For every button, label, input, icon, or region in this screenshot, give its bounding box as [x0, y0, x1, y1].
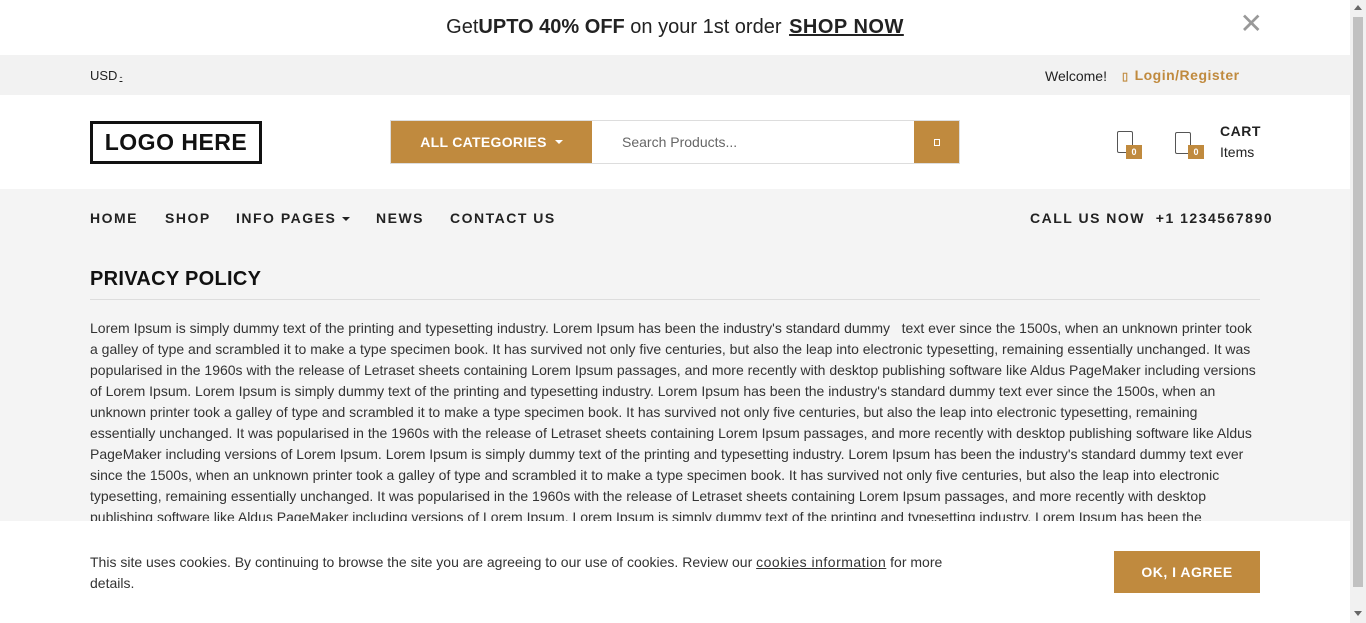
search-input[interactable] [592, 121, 914, 163]
cart-items-label[interactable]: Items [1220, 144, 1254, 160]
scroll-up-icon[interactable] [1354, 5, 1362, 10]
nav-item-shop[interactable]: SHOP [165, 210, 211, 226]
login-label: Login/Register [1134, 67, 1240, 83]
scroll-down-icon[interactable] [1354, 611, 1362, 616]
site-header: LOGO HERE ALL CATEGORIES 0 0 CART Items [0, 95, 1350, 189]
close-icon[interactable]: ✕ [1240, 10, 1263, 38]
chevron-down-icon [342, 217, 351, 222]
chevron-down-icon [554, 140, 563, 144]
nav-item-info-pages[interactable]: INFO PAGES [236, 210, 351, 226]
search-bar: ALL CATEGORIES [390, 120, 960, 164]
welcome-text: Welcome! [1045, 68, 1107, 84]
login-register-link[interactable]: ▯ Login/Register [1122, 67, 1240, 83]
phone-number: +1 1234567890 [1155, 210, 1274, 226]
page-content: PRIVACY POLICY Lorem Ipsum is simply dum… [90, 268, 1260, 528]
promo-prefix: Get [446, 16, 479, 38]
shop-now-link[interactable]: SHOP NOW [789, 16, 904, 39]
agree-button[interactable]: OK, I AGREE [1114, 551, 1260, 593]
nav-item-home[interactable]: HOME [90, 210, 138, 226]
user-icon: ▯ [1122, 71, 1129, 83]
promo-middle: on your 1st order [624, 16, 788, 38]
nav-item-news[interactable]: NEWS [376, 210, 424, 226]
currency-label: USD [90, 68, 118, 83]
nav-item-contact[interactable]: CONTACT US [450, 210, 556, 226]
page-title: PRIVACY POLICY [90, 268, 1260, 300]
search-button[interactable] [914, 121, 959, 163]
call-us: CALL US NOW +1 1234567890 [1030, 210, 1273, 226]
site-logo[interactable]: LOGO HERE [90, 121, 262, 164]
cookie-banner: This site uses cookies. By continuing to… [0, 521, 1350, 623]
scrollbar[interactable] [1350, 0, 1366, 623]
currency-selector[interactable]: USD - [90, 68, 122, 83]
policy-text: Lorem Ipsum is simply dummy text of the … [90, 320, 1260, 525]
nav-item-label: INFO PAGES [236, 210, 337, 226]
call-label: CALL US NOW [1030, 210, 1146, 226]
cart-count-badge: 0 [1188, 145, 1204, 159]
cart-label[interactable]: CART [1220, 123, 1261, 139]
cookie-text-before: This site uses cookies. By continuing to… [90, 554, 757, 570]
category-dropdown[interactable]: ALL CATEGORIES [391, 121, 592, 163]
main-nav: HOME SHOP INFO PAGES NEWS CONTACT US CAL… [0, 189, 1350, 245]
scrollbar-thumb[interactable] [1353, 17, 1363, 587]
promo-highlight: UPTO 40% OFF [478, 16, 625, 38]
wishlist-count-badge: 0 [1126, 145, 1142, 159]
cookie-text: This site uses cookies. By continuing to… [90, 552, 970, 594]
top-utility-bar: USD - Welcome! ▯ Login/Register [0, 55, 1350, 95]
chevron-down-icon: - [119, 72, 123, 82]
cookies-information-link[interactable]: cookies information [756, 554, 886, 570]
promo-bar: Get UPTO 40% OFF on your 1st order SHOP … [0, 0, 1350, 55]
search-icon [933, 138, 940, 146]
category-label: ALL CATEGORIES [420, 134, 547, 150]
